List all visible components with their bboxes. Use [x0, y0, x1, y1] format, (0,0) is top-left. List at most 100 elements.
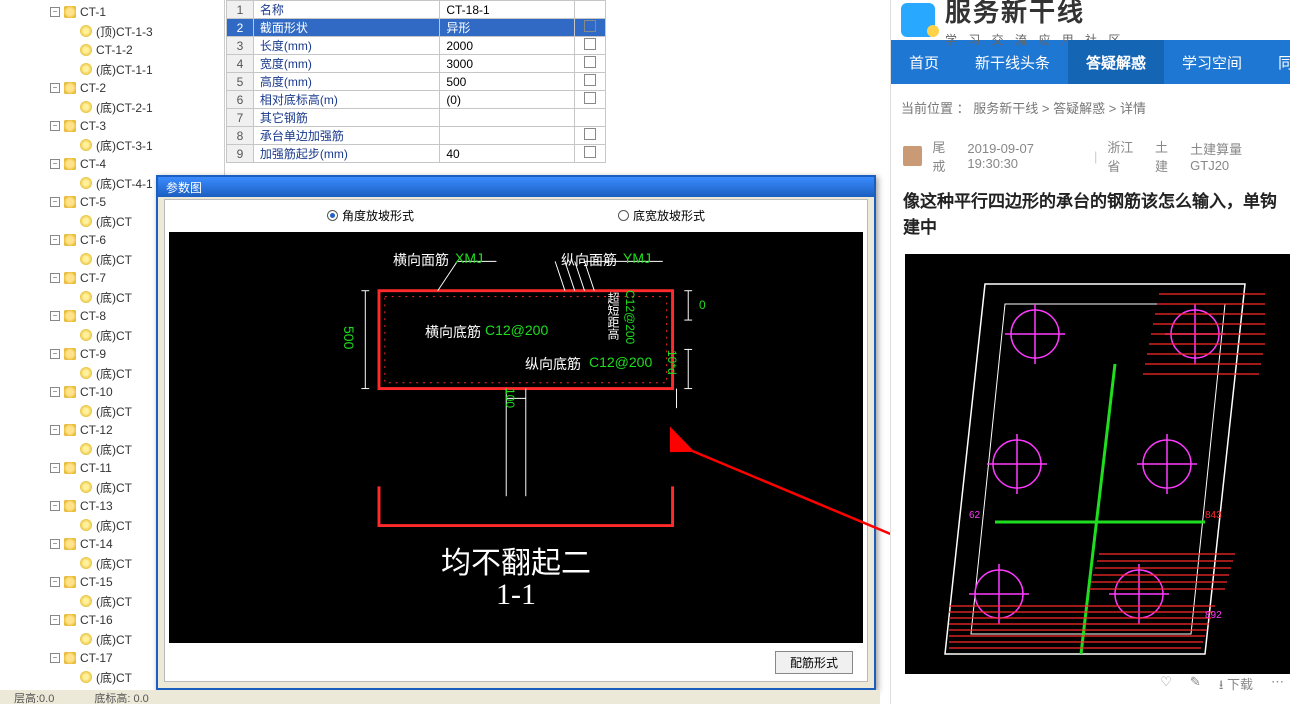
checkbox-icon[interactable]	[584, 38, 596, 50]
lbl-r0[interactable]: 0	[699, 298, 706, 312]
radio1-label: 角度放坡形式	[342, 207, 414, 224]
prop-row[interactable]: 9加强筋起步(mm)40	[227, 145, 606, 163]
site-logo[interactable]: 服务新干线 学 习 交 流 应 用 社 区	[891, 0, 1290, 40]
checkbox-icon[interactable]	[584, 74, 596, 86]
collapse-icon[interactable]: −	[50, 539, 60, 549]
prop-check[interactable]	[574, 73, 605, 91]
collapse-icon[interactable]: −	[50, 121, 60, 131]
prop-check[interactable]	[574, 55, 605, 73]
checkbox-icon[interactable]	[584, 128, 596, 140]
username[interactable]: 尾戒	[932, 137, 957, 175]
prop-row[interactable]: 5高度(mm)500	[227, 73, 606, 91]
tree-node[interactable]: −CT-1	[50, 3, 224, 21]
prop-row[interactable]: 1名称CT-18-1	[227, 1, 606, 19]
collapse-icon[interactable]: −	[50, 159, 60, 169]
prop-check[interactable]	[574, 127, 605, 145]
collapse-icon[interactable]: −	[50, 197, 60, 207]
prop-check[interactable]	[574, 19, 605, 37]
prop-value[interactable]: 40	[440, 145, 575, 163]
collapse-icon[interactable]: −	[50, 7, 60, 17]
tool-download[interactable]: ⭳ 下载	[1219, 674, 1253, 698]
nav-item[interactable]: 首页	[891, 40, 957, 84]
nav-item[interactable]: 学习空间	[1164, 40, 1260, 84]
tree-node[interactable]: −CT-2	[50, 79, 224, 97]
lbl-ymj[interactable]: YMJ	[623, 250, 651, 266]
props-table[interactable]: 1名称CT-18-12截面形状异形3长度(mm)20004宽度(mm)30005…	[226, 0, 606, 163]
crumb-link[interactable]: 详情	[1120, 101, 1146, 116]
lbl-cmj-value[interactable]: C12@200	[623, 290, 637, 344]
radio-row: 角度放坡形式 底宽放坡形式	[165, 200, 867, 230]
folder-icon	[64, 82, 76, 94]
checkbox-icon[interactable]	[584, 20, 596, 32]
post-cat1[interactable]: 土建	[1155, 137, 1180, 175]
tree-label: CT-8	[80, 309, 106, 323]
collapse-icon[interactable]: −	[50, 463, 60, 473]
prop-row[interactable]: 3长度(mm)2000	[227, 37, 606, 55]
collapse-icon[interactable]: −	[50, 311, 60, 321]
post-cat2[interactable]: 土建算量GTJ20	[1190, 139, 1278, 173]
lbl-hxdj-value[interactable]: C12@200	[485, 322, 548, 338]
prop-row[interactable]: 4宽度(mm)3000	[227, 55, 606, 73]
prop-value[interactable]: CT-18-1	[440, 1, 575, 19]
collapse-icon[interactable]: −	[50, 273, 60, 283]
folder-icon	[64, 196, 76, 208]
prop-row[interactable]: 8承台单边加强筋	[227, 127, 606, 145]
prop-check[interactable]	[574, 1, 605, 19]
nav-item[interactable]: 同城	[1260, 40, 1290, 84]
checkbox-icon[interactable]	[584, 56, 596, 68]
nav-item[interactable]: 答疑解惑	[1068, 40, 1164, 84]
checkbox-icon[interactable]	[584, 146, 596, 158]
radio-checked-icon	[327, 210, 338, 221]
tool-icon[interactable]: ⋯	[1271, 674, 1284, 698]
prop-value[interactable]	[440, 127, 575, 145]
prop-check[interactable]	[574, 109, 605, 127]
tree-node[interactable]: −CT-3	[50, 117, 224, 135]
prop-row[interactable]: 6相对底标高(m)(0)	[227, 91, 606, 109]
collapse-icon[interactable]: −	[50, 501, 60, 511]
nav-item[interactable]: 新干线头条	[957, 40, 1068, 84]
lbl-height[interactable]: 500	[341, 326, 357, 349]
prop-check[interactable]	[574, 91, 605, 109]
tree-leaf[interactable]: (底)CT-3-1	[66, 136, 224, 154]
tree-node[interactable]: −CT-4	[50, 155, 224, 173]
collapse-icon[interactable]: −	[50, 653, 60, 663]
collapse-icon[interactable]: −	[50, 83, 60, 93]
prop-value[interactable]: 异形	[440, 19, 575, 37]
crumb-link[interactable]: 答疑解惑	[1053, 101, 1105, 116]
collapse-icon[interactable]: −	[50, 615, 60, 625]
lbl-xmj[interactable]: XMJ	[455, 250, 483, 266]
tool-icon[interactable]: ♡	[1160, 674, 1172, 698]
prop-check[interactable]	[574, 145, 605, 163]
lbl-rd[interactable]: 10*d	[665, 350, 679, 375]
tree-leaf[interactable]: CT-1-2	[66, 41, 224, 59]
tree-leaf[interactable]: (底)CT-2-1	[66, 98, 224, 116]
collapse-icon[interactable]: −	[50, 577, 60, 587]
prop-value[interactable]	[440, 109, 575, 127]
lbl-width[interactable]: 100	[503, 388, 517, 408]
checkbox-icon[interactable]	[584, 92, 596, 104]
tree-leaf[interactable]: (底)CT-1-1	[66, 60, 224, 78]
radio-width-slope[interactable]: 底宽放坡形式	[618, 207, 705, 224]
collapse-icon[interactable]: −	[50, 425, 60, 435]
crumb-link[interactable]: 服务新干线	[973, 101, 1038, 116]
prop-label: 相对底标高(m)	[253, 91, 439, 109]
rebar-form-button[interactable]: 配筋形式	[775, 651, 853, 674]
lbl-cmj: 超短距高	[605, 292, 622, 340]
tool-icon[interactable]: ✎	[1190, 674, 1201, 698]
avatar[interactable]	[903, 146, 922, 166]
prop-check[interactable]	[574, 37, 605, 55]
prop-value[interactable]: 3000	[440, 55, 575, 73]
prop-row[interactable]: 2截面形状异形	[227, 19, 606, 37]
collapse-icon[interactable]: −	[50, 235, 60, 245]
svg-text:843: 843	[1205, 510, 1222, 521]
lbl-zxdj-value[interactable]: C12@200	[589, 354, 652, 370]
prop-value[interactable]: 2000	[440, 37, 575, 55]
radio-angle-slope[interactable]: 角度放坡形式	[327, 207, 414, 224]
tree-leaf[interactable]: (顶)CT-1-3	[66, 22, 224, 40]
prop-row[interactable]: 7其它钢筋	[227, 109, 606, 127]
collapse-icon[interactable]: −	[50, 387, 60, 397]
prop-value[interactable]: (0)	[440, 91, 575, 109]
collapse-icon[interactable]: −	[50, 349, 60, 359]
prop-value[interactable]: 500	[440, 73, 575, 91]
dialog-title-bar[interactable]: 参数图	[158, 177, 874, 197]
